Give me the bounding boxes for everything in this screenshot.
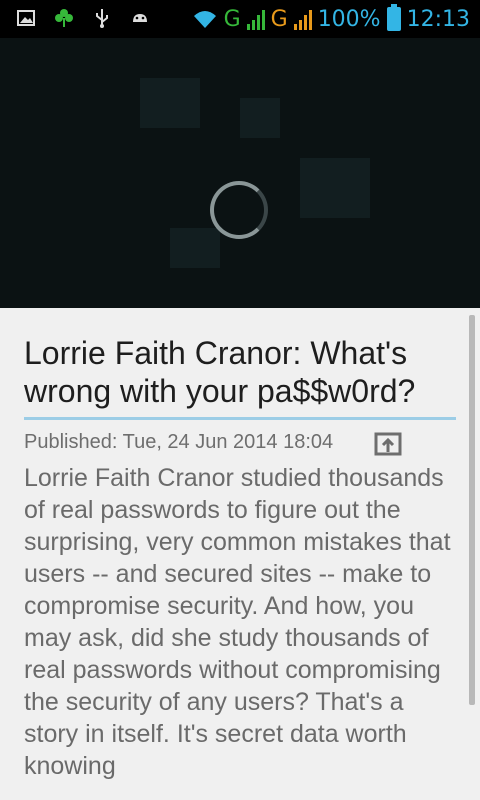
article-title: Lorrie Faith Cranor: What's wrong with y… — [24, 335, 416, 409]
loading-spinner-icon — [210, 181, 268, 239]
android-icon — [133, 14, 147, 22]
battery-percent: 100% — [317, 6, 381, 32]
signal-icon — [246, 10, 265, 30]
clover-icon — [55, 9, 73, 27]
open-external-icon[interactable] — [374, 430, 402, 456]
article-description: Lorrie Faith Cranor studied thousands of… — [24, 464, 451, 780]
video-frame-block — [140, 78, 200, 128]
battery-icon — [386, 4, 401, 31]
image-icon — [17, 10, 35, 26]
video-frame-block — [170, 228, 220, 268]
scrollbar[interactable] — [469, 315, 475, 705]
notification-icons — [16, 8, 150, 28]
system-indicators: G G 100% 12:13 — [192, 4, 470, 34]
video-frame-block — [300, 158, 370, 218]
usb-icon — [96, 9, 108, 28]
wifi-icon — [193, 11, 216, 28]
video-player[interactable] — [0, 38, 480, 308]
published-date: Published: Tue, 24 Jun 2014 18:04 — [24, 431, 334, 453]
clock: 12:13 — [406, 6, 470, 32]
network-type-1: G — [223, 6, 241, 32]
title-divider — [24, 417, 456, 420]
signal-icon — [293, 10, 312, 30]
status-bar: G G 100% 12:13 — [0, 0, 480, 38]
video-frame-block — [240, 98, 280, 138]
network-type-2: G — [270, 6, 288, 32]
